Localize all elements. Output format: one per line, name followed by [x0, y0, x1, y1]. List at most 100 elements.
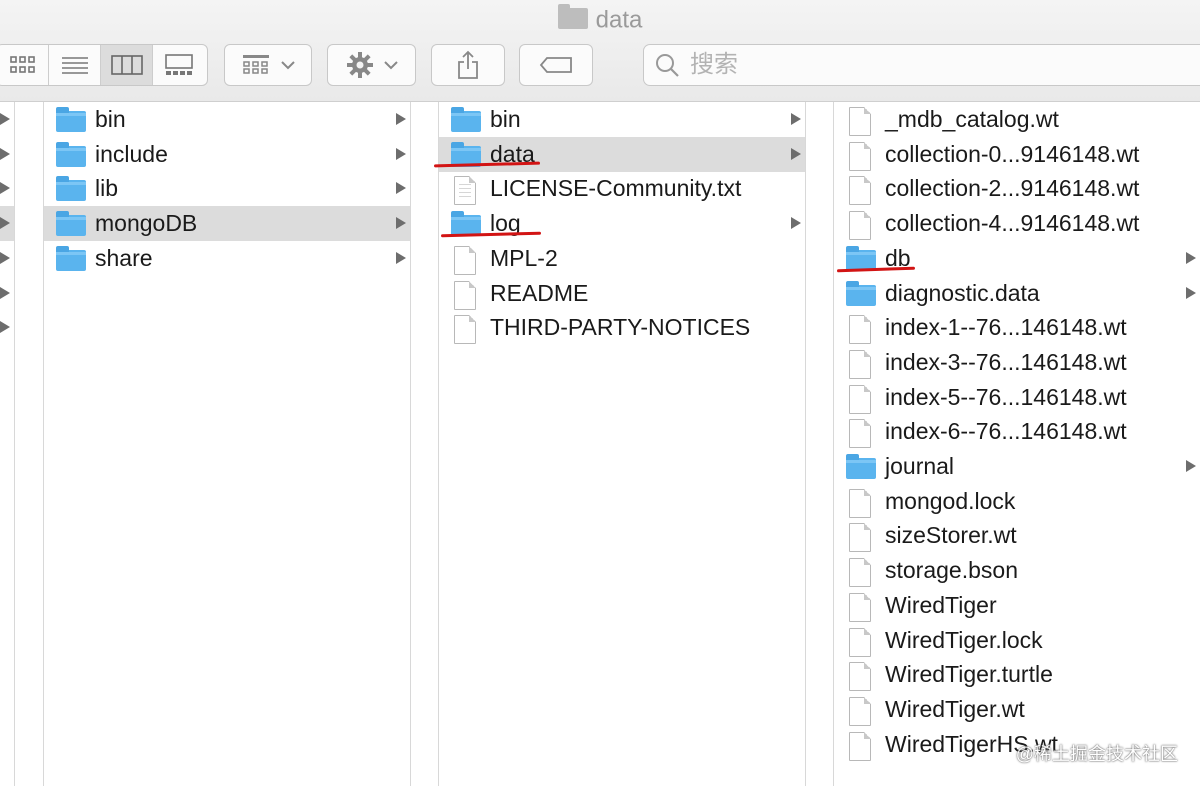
disclosure-arrow-icon — [0, 113, 10, 125]
folder-item-mongodb[interactable]: mongoDB — [44, 206, 410, 242]
truncated-folder-item[interactable] — [0, 102, 14, 137]
item-label: include — [95, 140, 168, 167]
item-label: index-3--76...146148.wt — [885, 348, 1127, 375]
document-icon — [849, 731, 871, 761]
finder-toolbar: data — [0, 0, 1200, 102]
file-item-collection-4-9146148-wt[interactable]: collection-4...9146148.wt — [834, 206, 1200, 241]
document-icon — [849, 349, 871, 379]
item-label: index-1--76...146148.wt — [885, 314, 1127, 341]
item-label: storage.bson — [885, 557, 1018, 584]
item-label: LICENSE-Community.txt — [490, 175, 742, 202]
column-1 — [0, 102, 14, 786]
item-label: WiredTiger.lock — [885, 626, 1043, 653]
folder-item-data[interactable]: data — [439, 136, 805, 172]
file-item-storage-bson[interactable]: storage.bson — [834, 553, 1200, 588]
watermark: @稀土掘金技术社区 — [1015, 744, 1178, 764]
window-title: data — [0, 4, 1200, 35]
file-item-wiredtiger[interactable]: WiredTiger — [834, 588, 1200, 623]
document-icon — [849, 141, 871, 171]
gallery-view-button[interactable] — [153, 45, 204, 85]
truncated-folder-item[interactable] — [0, 241, 14, 276]
disclosure-arrow-icon — [0, 182, 10, 195]
file-item-readme[interactable]: README — [439, 276, 805, 311]
item-icon — [849, 696, 871, 726]
share-button[interactable] — [431, 44, 505, 86]
folder-item-diagnostic-data[interactable]: diagnostic.data — [834, 276, 1200, 311]
item-label: _mdb_catalog.wt — [885, 106, 1059, 132]
item-label: lib — [95, 175, 119, 202]
folder-icon — [451, 107, 481, 132]
chevron-down-icon — [281, 61, 295, 70]
truncated-folder-item[interactable] — [0, 137, 14, 172]
item-icon — [849, 558, 871, 588]
file-item-collection-0-9146148-wt[interactable]: collection-0...9146148.wt — [834, 137, 1200, 172]
action-menu-button[interactable] — [327, 44, 416, 86]
tags-button[interactable] — [519, 44, 593, 86]
document-icon — [849, 384, 871, 414]
disclosure-arrow-icon — [0, 251, 10, 264]
group-by-button[interactable] — [224, 44, 312, 86]
disclosure-arrow-icon — [0, 286, 10, 299]
item-label: README — [490, 279, 589, 306]
item-icon — [56, 107, 86, 132]
folder-item-journal[interactable]: journal — [834, 449, 1200, 484]
list-view-button[interactable] — [49, 45, 101, 85]
file-item-sizestorer-wt[interactable]: sizeStorer.wt — [834, 518, 1200, 553]
disclosure-arrow-icon — [1186, 251, 1196, 264]
item-label: bin — [95, 106, 126, 132]
file-item-mpl-2[interactable]: MPL-2 — [439, 241, 805, 276]
item-label: mongoDB — [95, 210, 198, 237]
disclosure-arrow-icon — [0, 217, 10, 230]
item-label: WiredTiger — [885, 591, 997, 618]
disclosure-arrow-icon — [396, 217, 406, 230]
item-icon — [454, 245, 476, 275]
search-input[interactable] — [688, 50, 1092, 80]
document-icon — [849, 523, 871, 553]
file-item-collection-2-9146148-wt[interactable]: collection-2...9146148.wt — [834, 171, 1200, 206]
item-icon — [849, 627, 871, 657]
folder-icon — [56, 141, 86, 167]
disclosure-arrow-icon — [791, 217, 801, 230]
item-icon — [846, 454, 876, 479]
truncated-folder-item[interactable] — [0, 310, 14, 345]
folder-item-lib[interactable]: lib — [44, 171, 410, 206]
folder-icon — [846, 454, 876, 479]
truncated-folder-item[interactable] — [0, 206, 14, 242]
column-divider[interactable] — [805, 102, 806, 786]
file-item-index-3-76-146148-wt[interactable]: index-3--76...146148.wt — [834, 345, 1200, 380]
disclosure-arrow-icon — [396, 251, 406, 264]
file-item-mdb-catalog-wt[interactable]: _mdb_catalog.wt — [834, 102, 1200, 137]
document-icon — [849, 315, 871, 345]
file-item-wiredtiger-turtle[interactable]: WiredTiger.turtle — [834, 657, 1200, 692]
file-item-wiredtiger-lock[interactable]: WiredTiger.lock — [834, 623, 1200, 658]
folder-item-bin[interactable]: bin — [439, 102, 805, 137]
truncated-folder-item[interactable] — [0, 171, 14, 206]
file-item-mongod-lock[interactable]: mongod.lock — [834, 484, 1200, 519]
file-item-wiredtiger-wt[interactable]: WiredTiger.wt — [834, 692, 1200, 727]
disclosure-arrow-icon — [1186, 460, 1196, 472]
file-item-index-5-76-146148-wt[interactable]: index-5--76...146148.wt — [834, 380, 1200, 415]
disclosure-arrow-icon — [396, 147, 406, 160]
folder-item-share[interactable]: share — [44, 241, 410, 276]
file-item-index-1-76-146148-wt[interactable]: index-1--76...146148.wt — [834, 310, 1200, 345]
tag-icon — [539, 57, 572, 73]
file-item-third-party-notices[interactable]: THIRD-PARTY-NOTICES — [439, 310, 805, 345]
column-4: _mdb_catalog.wt collection-0...9146148.wt… — [834, 102, 1200, 786]
text-document-icon — [454, 176, 476, 206]
file-item-index-6-76-146148-wt[interactable]: index-6--76...146148.wt — [834, 414, 1200, 449]
file-item-license-community-txt[interactable]: LICENSE-Community.txt — [439, 171, 805, 206]
search-field[interactable] — [643, 44, 1200, 86]
icon-view-button[interactable] — [0, 45, 49, 85]
disclosure-arrow-icon — [0, 321, 10, 334]
item-icon — [454, 315, 476, 345]
truncated-folder-item[interactable] — [0, 276, 14, 311]
column-divider[interactable] — [410, 102, 411, 786]
disclosure-arrow-icon — [396, 113, 406, 125]
document-icon — [849, 211, 871, 241]
item-icon — [849, 176, 871, 206]
item-icon — [849, 384, 871, 414]
folder-item-include[interactable]: include — [44, 137, 410, 172]
column-view-button[interactable] — [101, 45, 153, 85]
column-divider[interactable] — [14, 102, 15, 786]
folder-item-bin[interactable]: bin — [44, 102, 410, 137]
